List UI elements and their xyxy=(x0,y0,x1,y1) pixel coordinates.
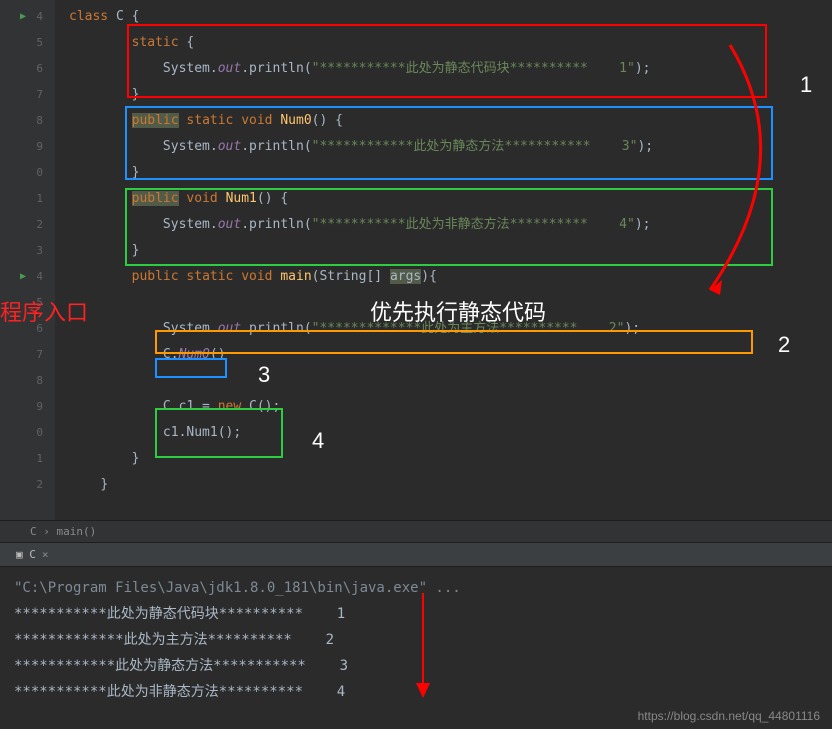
run-icon[interactable]: ▶ xyxy=(20,4,26,30)
annotation-priority: 优先执行静态代码 xyxy=(370,295,546,327)
breadcrumb[interactable]: C › main() xyxy=(0,520,832,542)
close-icon[interactable]: × xyxy=(42,548,49,561)
console-tab[interactable]: ▣ C× xyxy=(8,546,57,563)
gutter: 4▶ 5 6 7 8 9 0 1 2 3 4▶ 5 6 7 8 9 0 1 2 xyxy=(0,0,55,520)
console-tab-bar: ▣ C× xyxy=(0,542,832,567)
watermark: https://blog.csdn.net/qq_44801116 xyxy=(638,709,820,723)
console-output[interactable]: "C:\Program Files\Java\jdk1.8.0_181\bin\… xyxy=(0,567,832,713)
annotation-3: 3 xyxy=(258,362,270,388)
code-editor: 4▶ 5 6 7 8 9 0 1 2 3 4▶ 5 6 7 8 9 0 1 2 … xyxy=(0,0,832,520)
code-content[interactable]: class C { static { System.out.println("*… xyxy=(55,0,832,520)
annotation-4: 4 xyxy=(312,428,324,454)
annotation-1: 1 xyxy=(800,72,812,98)
run-icon[interactable]: ▶ xyxy=(20,264,26,290)
annotation-2: 2 xyxy=(778,332,790,358)
annotation-entry: 程序入口 xyxy=(0,295,88,327)
